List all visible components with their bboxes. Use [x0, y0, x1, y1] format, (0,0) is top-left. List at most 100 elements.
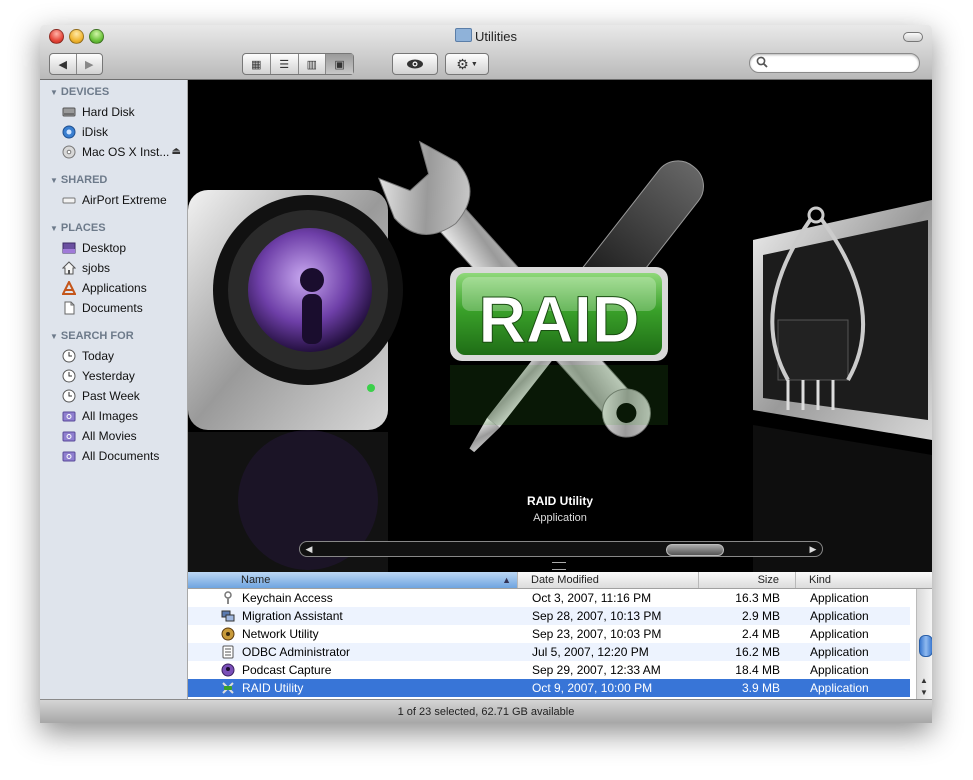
column-header-date[interactable]: Date Modified	[518, 572, 699, 588]
raid-utility-cover: RAID	[377, 140, 704, 453]
coverflow-view-button[interactable]: ▣	[326, 54, 353, 74]
table-row-selected[interactable]: RAID Utility Oct 9, 2007, 10:00 PM 3.9 M…	[188, 679, 910, 697]
table-row[interactable]: ODBC Administrator Jul 5, 2007, 12:20 PM…	[188, 643, 910, 661]
smart-folder-icon	[62, 431, 76, 442]
home-icon	[62, 261, 76, 275]
sidebar-item-home[interactable]: sjobs	[40, 258, 187, 278]
clock-icon	[62, 369, 76, 383]
documents-icon	[64, 301, 75, 315]
sidebar-item-airport-extreme[interactable]: AirPort Extreme	[40, 190, 187, 210]
sidebar-item-all-documents[interactable]: All Documents	[40, 446, 187, 466]
eject-icon[interactable]: ⏏	[172, 142, 181, 162]
quicklook-button-wrap	[392, 53, 438, 75]
toolbar-toggle-button[interactable]	[903, 32, 923, 42]
odbc-icon	[222, 645, 234, 659]
action-menu-wrap: ⚙ ▼	[445, 53, 489, 75]
sidebar-item-yesterday[interactable]: Yesterday	[40, 366, 187, 386]
list-scrollbar[interactable]: ▲ ▼	[916, 589, 932, 699]
back-forward-control: ◀ ▶	[49, 53, 103, 75]
sidebar-item-install-disc[interactable]: Mac OS X Inst... ⏏	[40, 142, 187, 162]
table-row[interactable]: Network Utility Sep 23, 2007, 10:03 PM 2…	[188, 625, 910, 643]
applications-icon	[62, 281, 76, 295]
cover-title: RAID Utility	[527, 494, 593, 508]
coverflow-scroll-thumb[interactable]	[666, 544, 724, 556]
sidebar-section-devices[interactable]: ▼ DEVICES	[40, 82, 187, 102]
sidebar-item-idisk[interactable]: iDisk	[40, 122, 187, 142]
split-grip-handle[interactable]	[552, 562, 566, 570]
coverflow-scrollbar[interactable]: ◀ ▶	[299, 541, 823, 557]
quicklook-button[interactable]	[393, 54, 437, 74]
column-header-name[interactable]: Name ▲	[188, 572, 518, 588]
raid-badge-text: RAID	[478, 282, 639, 356]
clock-icon	[62, 349, 76, 363]
sidebar-item-desktop[interactable]: Desktop	[40, 238, 187, 258]
dvd-icon	[62, 145, 76, 159]
sidebar-item-applications[interactable]: Applications	[40, 278, 187, 298]
icon-view-icon: ▦	[251, 58, 262, 71]
hard-disk-icon	[62, 107, 76, 117]
sidebar-item-all-movies[interactable]: All Movies	[40, 426, 187, 446]
smart-folder-icon	[62, 451, 76, 462]
column-view-icon: ▥	[306, 58, 318, 71]
gear-icon: ⚙	[456, 55, 469, 72]
scroll-right-icon[interactable]: ▶	[806, 542, 820, 556]
table-row[interactable]: Migration Assistant Sep 28, 2007, 10:13 …	[188, 607, 910, 625]
view-mode-control: ▦ ☰ ▥ ▣	[242, 53, 354, 75]
sidebar-section-places[interactable]: ▼ PLACES	[40, 218, 187, 238]
forward-button[interactable]: ▶	[77, 54, 103, 74]
sidebar-item-hard-disk[interactable]: Hard Disk	[40, 102, 187, 122]
status-bar: 1 of 23 selected, 62.71 GB available	[40, 699, 932, 723]
desktop-icon	[62, 242, 76, 254]
sidebar-item-all-images[interactable]: All Images	[40, 406, 187, 426]
status-text: 1 of 23 selected, 62.71 GB available	[397, 706, 575, 718]
list-view-icon: ☰	[279, 58, 290, 71]
scroll-left-icon[interactable]: ◀	[302, 542, 316, 556]
column-view-button[interactable]: ▥	[299, 54, 327, 74]
list-view-button[interactable]: ☰	[271, 54, 299, 74]
sidebar: ▼ DEVICES Hard Disk iDisk Mac OS X Inst..…	[40, 80, 188, 699]
sidebar-item-today[interactable]: Today	[40, 346, 187, 366]
idisk-icon	[62, 125, 76, 139]
list-header: Name ▲ Date Modified Size Kind	[188, 572, 932, 589]
icon-view-button[interactable]: ▦	[243, 54, 271, 74]
raid-icon	[222, 682, 234, 694]
search-field[interactable]	[749, 53, 920, 73]
back-button[interactable]: ◀	[50, 54, 77, 74]
table-row[interactable]: Keychain Access Oct 3, 2007, 11:16 PM 16…	[188, 589, 910, 607]
disclosure-triangle-icon: ▼	[50, 224, 58, 233]
table-row[interactable]: Podcast Capture Sep 29, 2007, 12:33 AM 1…	[188, 661, 910, 679]
column-header-kind[interactable]: Kind	[796, 572, 932, 588]
network-device-icon	[62, 197, 76, 204]
clock-icon	[62, 389, 76, 403]
folder-icon	[455, 28, 473, 42]
sidebar-section-search-for[interactable]: ▼ SEARCH FOR	[40, 326, 187, 346]
sort-ascending-icon: ▲	[502, 575, 511, 585]
back-arrow-icon: ◀	[58, 58, 67, 71]
smart-folder-icon	[62, 411, 76, 422]
disclosure-triangle-icon: ▼	[50, 332, 58, 341]
forward-arrow-icon: ▶	[85, 58, 94, 71]
cover-subtitle: Application	[533, 512, 587, 524]
action-menu-button[interactable]: ⚙ ▼	[446, 54, 488, 74]
column-header-size[interactable]: Size	[699, 572, 796, 588]
window-title: Utilities	[40, 28, 932, 44]
disclosure-triangle-icon: ▼	[50, 176, 58, 185]
disclosure-triangle-icon: ▼	[50, 88, 58, 97]
network-utility-icon	[221, 627, 235, 641]
chevron-down-icon: ▼	[470, 60, 478, 68]
title-bar: Utilities ◀ ▶ ▦ ☰ ▥ ▣ ⚙ ▼	[40, 25, 932, 80]
migration-icon	[221, 610, 235, 622]
coverflow-view[interactable]: RAID RAID Utility Application ◀ ▶	[188, 80, 932, 572]
sidebar-item-past-week[interactable]: Past Week	[40, 386, 187, 406]
eye-icon	[407, 59, 423, 69]
list-scroll-thumb[interactable]	[919, 635, 932, 657]
sidebar-section-shared[interactable]: ▼ SHARED	[40, 170, 187, 190]
podcast-icon	[221, 663, 235, 677]
keychain-icon	[224, 591, 232, 604]
finder-window: Utilities ◀ ▶ ▦ ☰ ▥ ▣ ⚙ ▼ ▼ DEVICES Hard…	[40, 25, 932, 723]
coverflow-view-icon: ▣	[334, 58, 345, 71]
file-list: Name ▲ Date Modified Size Kind Keychain …	[188, 572, 932, 699]
sidebar-item-documents[interactable]: Documents	[40, 298, 187, 318]
scroll-up-icon[interactable]: ▲	[920, 676, 928, 685]
scroll-down-icon[interactable]: ▼	[920, 688, 928, 697]
